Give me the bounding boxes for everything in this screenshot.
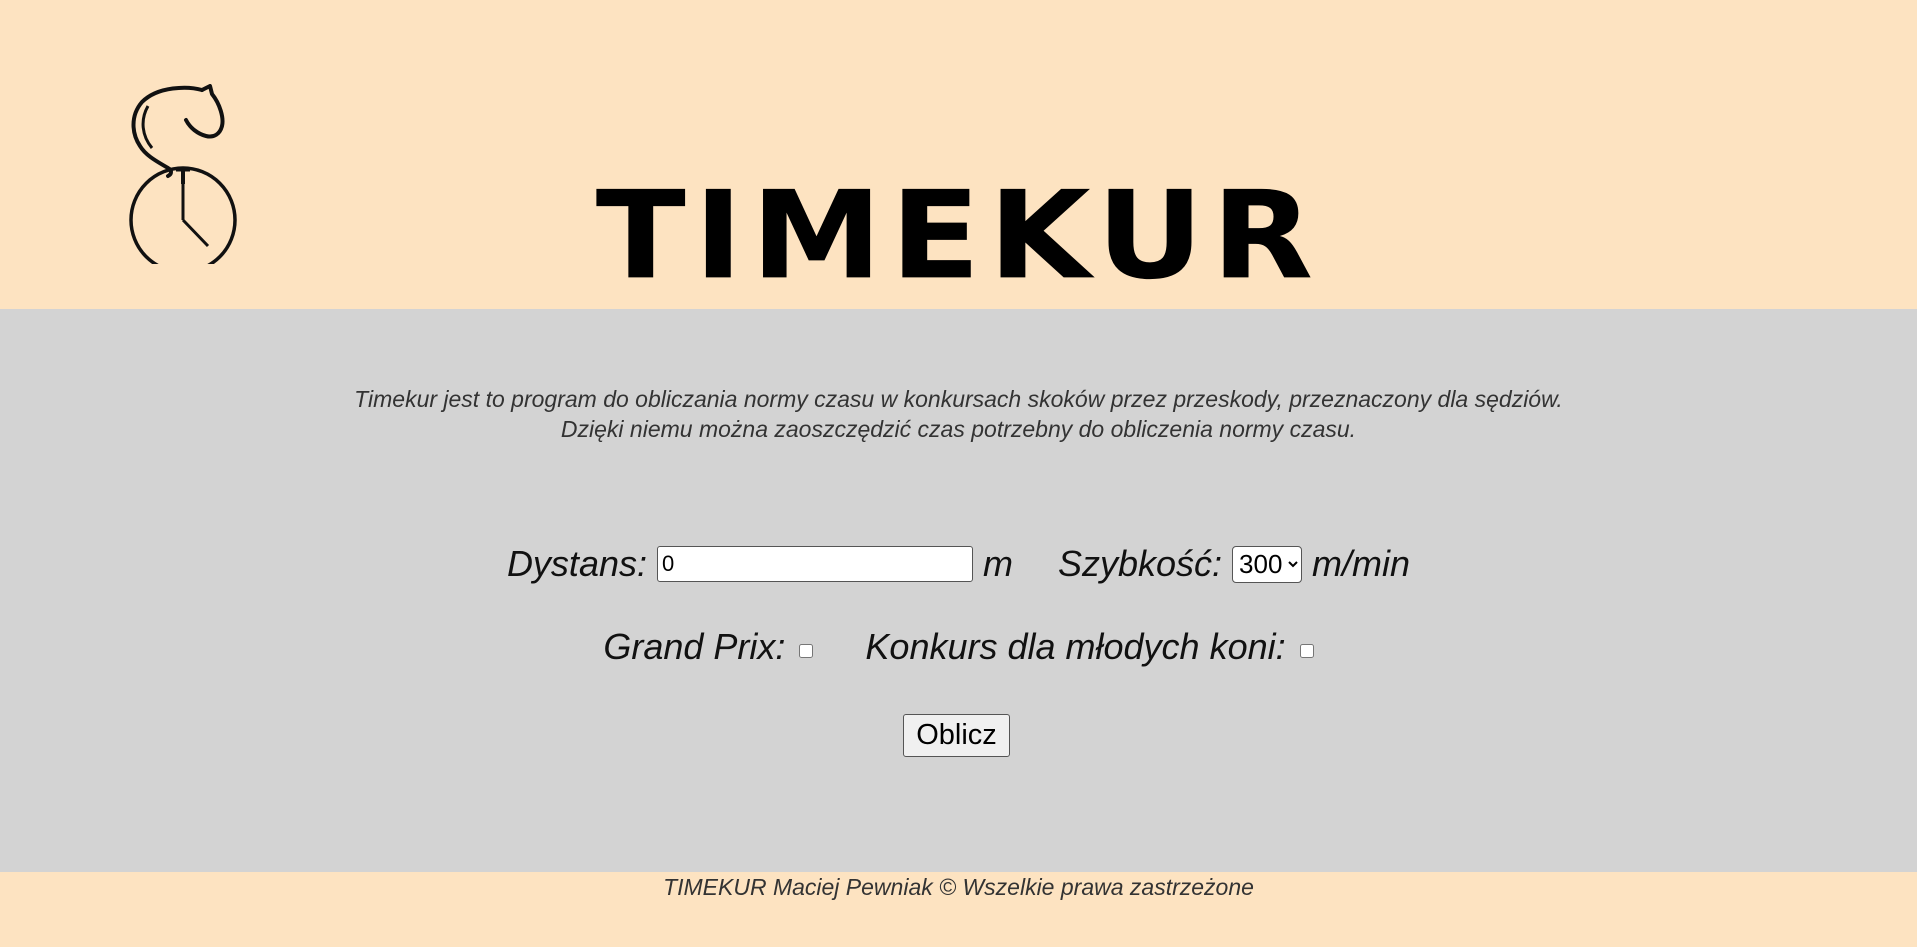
distance-input[interactable]: [656, 546, 973, 582]
grand-prix-label: Grand Prix:: [603, 626, 786, 667]
distance-label: Dystans:: [506, 543, 647, 584]
young-horses-label: Konkurs dla młodych koni:: [865, 626, 1286, 667]
footer-copyright: TIMEKUR Maciej Pewniak © Wszelkie prawa …: [663, 874, 1254, 900]
header: TIMEKUR: [0, 0, 1917, 309]
speed-unit: m/min: [1312, 543, 1411, 584]
grand-prix-checkbox[interactable]: [799, 644, 814, 658]
young-horses-checkbox[interactable]: [1299, 644, 1314, 658]
options-row: Grand Prix: Konkurs dla młodych koni:: [0, 626, 1917, 668]
speed-select[interactable]: 300: [1232, 545, 1303, 583]
footer: TIMEKUR Maciej Pewniak © Wszelkie prawa …: [0, 872, 1917, 947]
main-content: Timekur jest to program do obliczania no…: [0, 309, 1917, 872]
page-title: TIMEKUR: [595, 165, 1322, 307]
distance-unit: m: [982, 543, 1013, 584]
description-line-2: Dzięki niemu można zaoszczędzić czas pot…: [560, 416, 1357, 442]
distance-speed-row: Dystans: m Szybkość: 300 m/min: [0, 543, 1917, 585]
description-line-1: Timekur jest to program do obliczania no…: [354, 386, 1563, 412]
description: Timekur jest to program do obliczania no…: [0, 384, 1917, 444]
calculate-button[interactable]: Oblicz: [903, 714, 1010, 757]
speed-label: Szybkość:: [1057, 543, 1223, 584]
